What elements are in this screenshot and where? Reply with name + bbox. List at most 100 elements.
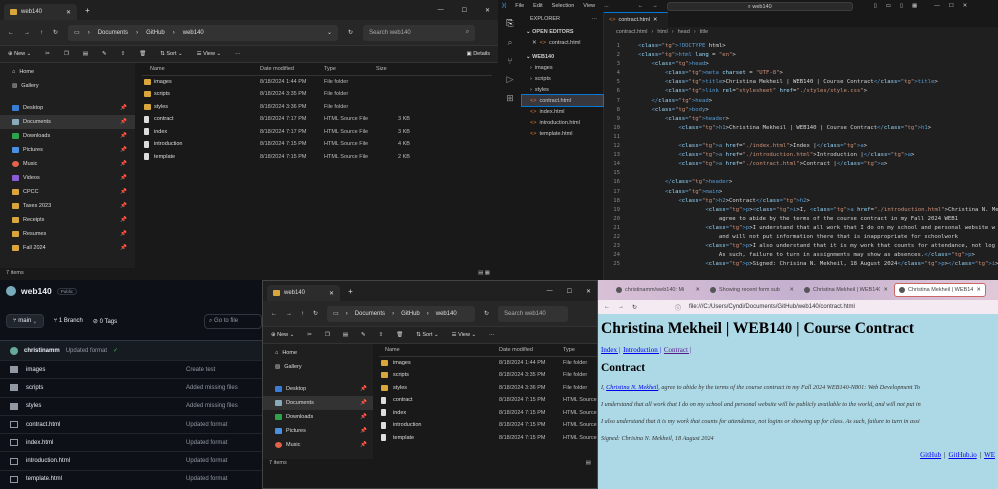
code-line[interactable]: 23 <class="tg">p>I also understand that … — [604, 242, 998, 251]
browser-tab[interactable]: christinamm/web140: Mi ✕ — [612, 283, 704, 297]
search-input[interactable]: Search web140 — [498, 305, 569, 322]
forward-icon[interactable]: → — [652, 3, 658, 9]
sort-button[interactable]: ⇅ Sort ⌄ — [160, 51, 182, 57]
branches-link[interactable]: ⑂ 1 Branch — [54, 318, 83, 324]
run-debug-icon[interactable]: ▷ — [498, 74, 522, 85]
breadcrumb-github[interactable]: GitHub — [146, 30, 165, 36]
commit-author[interactable]: christinamm — [24, 348, 60, 354]
layout-icon[interactable]: ▭ — [886, 3, 891, 9]
close-icon[interactable]: ✕ — [532, 40, 537, 46]
nav-item-pictures[interactable]: Pictures 📌 — [263, 424, 373, 438]
file-row[interactable]: template 8/18/2024 7:15 PM HTML Source F… — [142, 151, 492, 164]
breadcrumb-documents[interactable]: Documents — [355, 311, 385, 317]
nav-item-gallery[interactable]: ▨ Gallery — [263, 360, 373, 374]
layout-icon[interactable]: ▦ — [912, 3, 917, 9]
explorer-tab[interactable]: web140 ✕ — [267, 285, 341, 301]
code-line[interactable]: 22 and will not put information there th… — [604, 233, 998, 242]
browser-tab[interactable]: Christina Mekheil | WEB140 | Co✕ — [894, 283, 986, 297]
layout-icon[interactable]: ▯ — [900, 3, 903, 9]
browser-tab[interactable]: Christina Mekheil | WEB140 | ✕ — [800, 283, 892, 297]
paste-icon[interactable]: ▤ — [343, 332, 348, 338]
file-row[interactable]: contract 8/18/2024 7:15 PM HTML Source F — [379, 394, 597, 407]
commit-message[interactable]: Updated format — [66, 348, 107, 354]
code-line[interactable]: 14 <class="tg">a href="./contract.html">… — [604, 160, 998, 169]
close-icon[interactable]: ✕ — [976, 287, 981, 293]
up-icon[interactable]: ↑ — [301, 311, 304, 317]
repo-file-row[interactable]: template.html Updated format — [0, 469, 262, 488]
breadcrumb-title[interactable]: title — [700, 29, 709, 35]
close-icon[interactable]: ✕ — [883, 287, 888, 293]
minimize-button[interactable]: — — [547, 288, 553, 294]
workspace-header[interactable]: ⌄ WEB140 — [522, 51, 603, 62]
forward-icon[interactable]: → — [286, 311, 292, 317]
nav-item-home[interactable]: ⌂ Home — [0, 65, 135, 79]
code-line[interactable]: 1 <class="tg">!DOCTYPE html> — [604, 42, 998, 51]
author-link[interactable]: Christina N. Mekheil — [606, 384, 658, 391]
cut-icon[interactable]: ✂ — [307, 332, 312, 338]
source-control-icon[interactable]: ⑂ — [498, 56, 522, 66]
nav-item-videos[interactable]: Videos 📌 — [0, 171, 135, 185]
repo-file-row[interactable]: styles Added missing files — [0, 396, 262, 415]
file-row[interactable]: introduction 8/18/2024 7:15 PM HTML Sour… — [142, 138, 492, 151]
delete-icon[interactable]: 🗑 — [139, 51, 146, 57]
tree-item[interactable]: <> template.html — [522, 128, 603, 139]
repo-file-name[interactable]: styles — [26, 403, 186, 409]
minimize-button[interactable]: — — [934, 3, 940, 9]
close-window-button[interactable]: ✕ — [485, 7, 490, 14]
view-button[interactable]: ☰ View ⌄ — [452, 332, 476, 338]
branch-selector[interactable]: ⑂ main ⌄ — [6, 314, 44, 328]
forward-icon[interactable]: → — [24, 30, 30, 36]
nav-item-music[interactable]: Music 📌 — [0, 157, 135, 171]
repo-file-row[interactable]: introduction.html Updated format — [0, 451, 262, 469]
close-window-button[interactable]: ✕ — [963, 3, 968, 9]
repo-file-row[interactable]: contract.html Updated format — [0, 414, 262, 433]
nav-item-downloads[interactable]: Downloads 📌 — [0, 129, 135, 143]
nav-item-cpcc[interactable]: CPCC 📌 — [0, 185, 135, 199]
repo-file-name[interactable]: index.html — [26, 440, 186, 446]
file-row[interactable]: introduction 8/18/2024 7:15 PM HTML Sour… — [379, 419, 597, 432]
breadcrumb-file[interactable]: contract.html — [616, 29, 647, 35]
code-line[interactable]: 13 <class="tg">a href="./introduction.ht… — [604, 151, 998, 160]
view-toggle[interactable]: ▤ ▦ — [478, 270, 490, 276]
refresh-button[interactable]: ↻ — [484, 310, 489, 317]
close-icon[interactable]: ✕ — [329, 290, 334, 297]
footer-web-link[interactable]: WE — [984, 451, 995, 459]
nav-item-resumes[interactable]: Resumes 📌 — [0, 227, 135, 241]
code-line[interactable]: 17 <class="tg">main> — [604, 188, 998, 197]
paste-icon[interactable]: ▤ — [83, 51, 88, 57]
search-icon[interactable]: ⌕ — [498, 37, 522, 48]
file-row[interactable]: images 8/18/2024 1:44 PM File folder — [142, 76, 492, 89]
repo-file-name[interactable]: scripts — [26, 385, 186, 391]
close-icon[interactable]: ✕ — [66, 9, 71, 16]
file-row[interactable]: index 8/18/2024 7:17 PM HTML Source File… — [142, 126, 492, 139]
file-row[interactable]: scripts 8/18/2024 3:35 PM File folder — [142, 88, 492, 101]
maximize-button[interactable]: ☐ — [949, 3, 954, 9]
introduction-link[interactable]: Introduction | — [623, 346, 661, 354]
file-row[interactable]: template 8/18/2024 7:15 PM HTML Source F — [379, 432, 597, 445]
code-line[interactable]: 20 agree to abide by the terms of the co… — [604, 215, 998, 224]
nav-item-gallery[interactable]: ▨ Gallery — [0, 79, 135, 93]
refresh-icon[interactable]: ↻ — [632, 304, 637, 311]
rename-icon[interactable]: ✎ — [102, 51, 107, 57]
file-row[interactable]: styles 8/18/2024 3:36 PM File folder — [379, 382, 597, 395]
refresh-icon[interactable]: ↻ — [313, 310, 318, 317]
up-icon[interactable]: ↑ — [40, 30, 43, 36]
column-date[interactable]: Date modified — [499, 347, 533, 353]
tags-link[interactable]: ⊘ 0 Tags — [93, 318, 117, 325]
back-icon[interactable]: ← — [604, 304, 610, 310]
back-icon[interactable]: ← — [8, 30, 14, 36]
code-editor[interactable]: 1 <class="tg">!DOCTYPE html> 2 <class="tg">… — [604, 42, 998, 280]
nav-item-home[interactable]: ⌂ Home — [263, 346, 373, 360]
maximize-button[interactable]: ☐ — [462, 7, 467, 14]
rename-icon[interactable]: ✎ — [361, 332, 366, 338]
repo-commit-message[interactable]: Updated format — [186, 440, 227, 446]
menu-more[interactable]: ... — [604, 3, 609, 9]
repo-file-name[interactable]: introduction.html — [26, 458, 186, 464]
nav-item-music[interactable]: Music 📌 — [263, 438, 373, 452]
repo-file-name[interactable]: contract.html — [26, 422, 186, 428]
delete-icon[interactable]: 🗑 — [396, 332, 403, 338]
refresh-button[interactable]: ↻ — [348, 29, 353, 36]
more-icon[interactable]: ··· — [489, 332, 495, 338]
nav-item-documents[interactable]: Documents 📌 — [263, 396, 373, 410]
repo-commit-message[interactable]: Added missing files — [186, 403, 238, 409]
